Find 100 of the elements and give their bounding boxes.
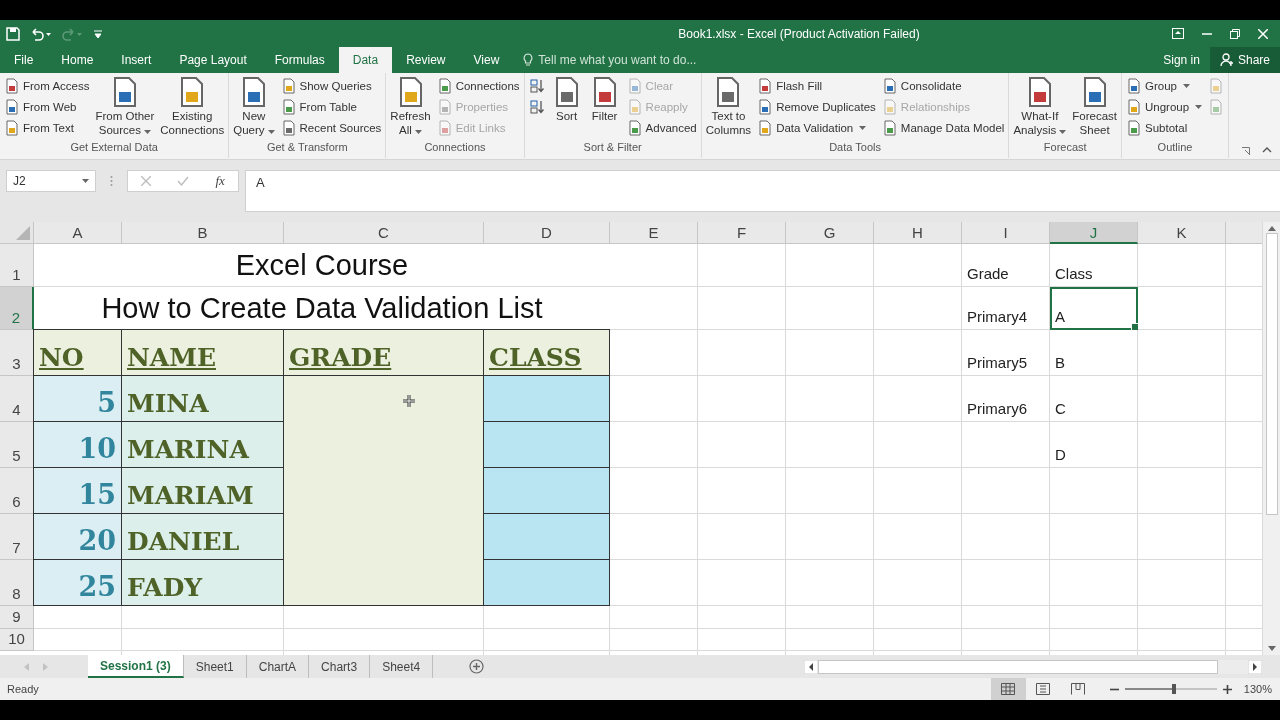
ribbon-tab[interactable]: Formulas — [260, 47, 339, 73]
ribbon-button[interactable]: From Text — [2, 118, 76, 137]
ribbon-button[interactable]: From Other Sources — [93, 76, 157, 137]
group-label: Sort & Filter — [583, 140, 642, 155]
ribbon-button[interactable]: Refresh All — [388, 76, 433, 137]
sheet-tab[interactable]: Session1 (3) — [88, 655, 184, 678]
table-cell: DANIEL — [121, 513, 284, 560]
ribbon-tab[interactable]: Review — [392, 47, 460, 73]
customize-icon[interactable] — [94, 28, 102, 39]
table-cell: NAME — [121, 329, 284, 376]
row-header[interactable]: 6 — [0, 468, 34, 514]
ribbon-button[interactable]: Consolidate — [879, 76, 964, 95]
ribbon-button[interactable]: Forecast Sheet — [1070, 76, 1119, 137]
row-header[interactable]: 2 — [0, 287, 34, 330]
caret-icon — [859, 125, 867, 130]
ribbon-tab[interactable]: View — [459, 47, 514, 73]
table-cell: 15 — [33, 467, 122, 514]
name-box[interactable]: J2 — [6, 170, 96, 192]
table-cell: 20 — [33, 513, 122, 560]
sign-in-link[interactable]: Sign in — [1153, 47, 1210, 73]
ribbon-button[interactable]: Ungroup — [1124, 97, 1205, 116]
table-cell-text: Grade — [966, 264, 1010, 284]
row-header[interactable]: 4 — [0, 376, 34, 422]
ribbon-button[interactable]: Data Validation — [755, 118, 869, 137]
ribbon-button[interactable]: New Query — [231, 76, 277, 137]
ribbon-button[interactable]: From Table — [278, 97, 359, 116]
row-header[interactable]: 1 — [0, 244, 34, 287]
ribbon-button[interactable]: Subtotal — [1124, 118, 1190, 137]
ribbon-button[interactable]: Flash Fill — [755, 76, 825, 95]
ribbon-tab[interactable]: Home — [47, 47, 108, 73]
ribbon-button[interactable]: Show Queries — [278, 76, 374, 95]
column-header[interactable]: J — [1050, 222, 1138, 244]
row-header[interactable]: 10 — [0, 629, 34, 651]
scroll-left-icon[interactable] — [804, 659, 818, 674]
ribbon-button[interactable]: What-If Analysis — [1011, 76, 1069, 137]
ribbon-button[interactable]: Filter — [586, 76, 623, 123]
zoom-in-icon[interactable] — [1222, 684, 1232, 694]
slider-thumb[interactable] — [1171, 684, 1176, 694]
scroll-down-icon[interactable] — [1267, 646, 1276, 652]
undo-icon[interactable] — [30, 26, 52, 41]
document-icon — [881, 77, 898, 94]
ribbon-button[interactable]: From Access — [2, 76, 92, 95]
dialog-launcher-icon[interactable] — [1242, 147, 1250, 155]
table-cell: 25 — [33, 559, 122, 606]
insert-function-button[interactable]: fx — [215, 173, 225, 189]
document-icon — [626, 77, 643, 94]
table-cell: CLASS — [483, 329, 610, 376]
collapse-icon[interactable] — [1262, 147, 1272, 153]
table-cell: A — [1050, 287, 1138, 330]
document-icon — [881, 119, 898, 136]
scrollbar-thumb[interactable] — [1265, 233, 1278, 515]
document-icon — [757, 77, 774, 94]
ribbon-tab[interactable]: File — [0, 47, 48, 73]
ribbon-button[interactable]: Text to Columns — [703, 76, 754, 137]
ribbon-button[interactable]: Sort — [548, 76, 585, 123]
document-icon — [436, 98, 453, 115]
ribbon-button[interactable]: Existing Connections — [158, 76, 227, 137]
ribbon-button[interactable]: Advanced — [624, 118, 699, 137]
close-icon[interactable] — [1258, 28, 1268, 39]
ribbon-button[interactable]: Recent Sources — [278, 118, 384, 137]
sort-arrow-icon — [528, 77, 545, 94]
table-cell: 10 — [33, 421, 122, 468]
row-header[interactable]: 7 — [0, 514, 34, 560]
table-cell-text: B — [1054, 353, 1066, 373]
ribbon-tab[interactable]: Insert — [107, 47, 166, 73]
ribbon-button[interactable]: Remove Duplicates — [755, 97, 878, 116]
ribbon-button[interactable]: From Web — [2, 97, 79, 116]
formula-field[interactable]: A — [245, 170, 1280, 212]
view-button[interactable] — [990, 678, 1026, 700]
row-header[interactable]: 3 — [0, 330, 34, 376]
ribbon-tab[interactable]: Page Layout — [165, 47, 261, 73]
row-header[interactable]: 9 — [0, 606, 34, 629]
caret-icon — [1195, 104, 1203, 109]
row-header[interactable]: 5 — [0, 422, 34, 468]
page-icon — [1036, 683, 1051, 695]
group-label: Connections — [424, 140, 486, 155]
scroll-right-icon[interactable] — [1248, 659, 1262, 674]
document-icon — [881, 98, 898, 115]
scroll-up-icon[interactable] — [1267, 225, 1276, 231]
restore-icon[interactable] — [1230, 28, 1240, 39]
document-icon — [1126, 77, 1142, 94]
save-icon[interactable] — [6, 26, 20, 41]
ribbon-button[interactable]: Group — [1124, 76, 1192, 95]
ribbon-tab[interactable]: Data — [338, 47, 393, 73]
ribbon-button[interactable]: Manage Data Model — [879, 118, 1007, 137]
document-icon — [1126, 98, 1142, 115]
caret-icon — [82, 179, 89, 183]
lightbulb-icon — [523, 53, 534, 67]
check-icon[interactable] — [177, 176, 190, 186]
group-label: Outline — [1157, 140, 1193, 155]
sort-arrow-icon — [528, 98, 545, 115]
search-field[interactable]: Tell me what you want to do... — [538, 53, 697, 67]
ribbon-button[interactable]: Connections — [434, 76, 522, 95]
table-cell-text: C — [1054, 399, 1067, 419]
ribbon-options-icon[interactable] — [1172, 28, 1184, 39]
add-sheet-icon[interactable] — [469, 659, 485, 674]
document-icon — [757, 119, 774, 136]
share-button[interactable]: Share — [1209, 47, 1280, 73]
row-header[interactable]: 8 — [0, 560, 34, 606]
grid-icon — [1001, 683, 1016, 695]
